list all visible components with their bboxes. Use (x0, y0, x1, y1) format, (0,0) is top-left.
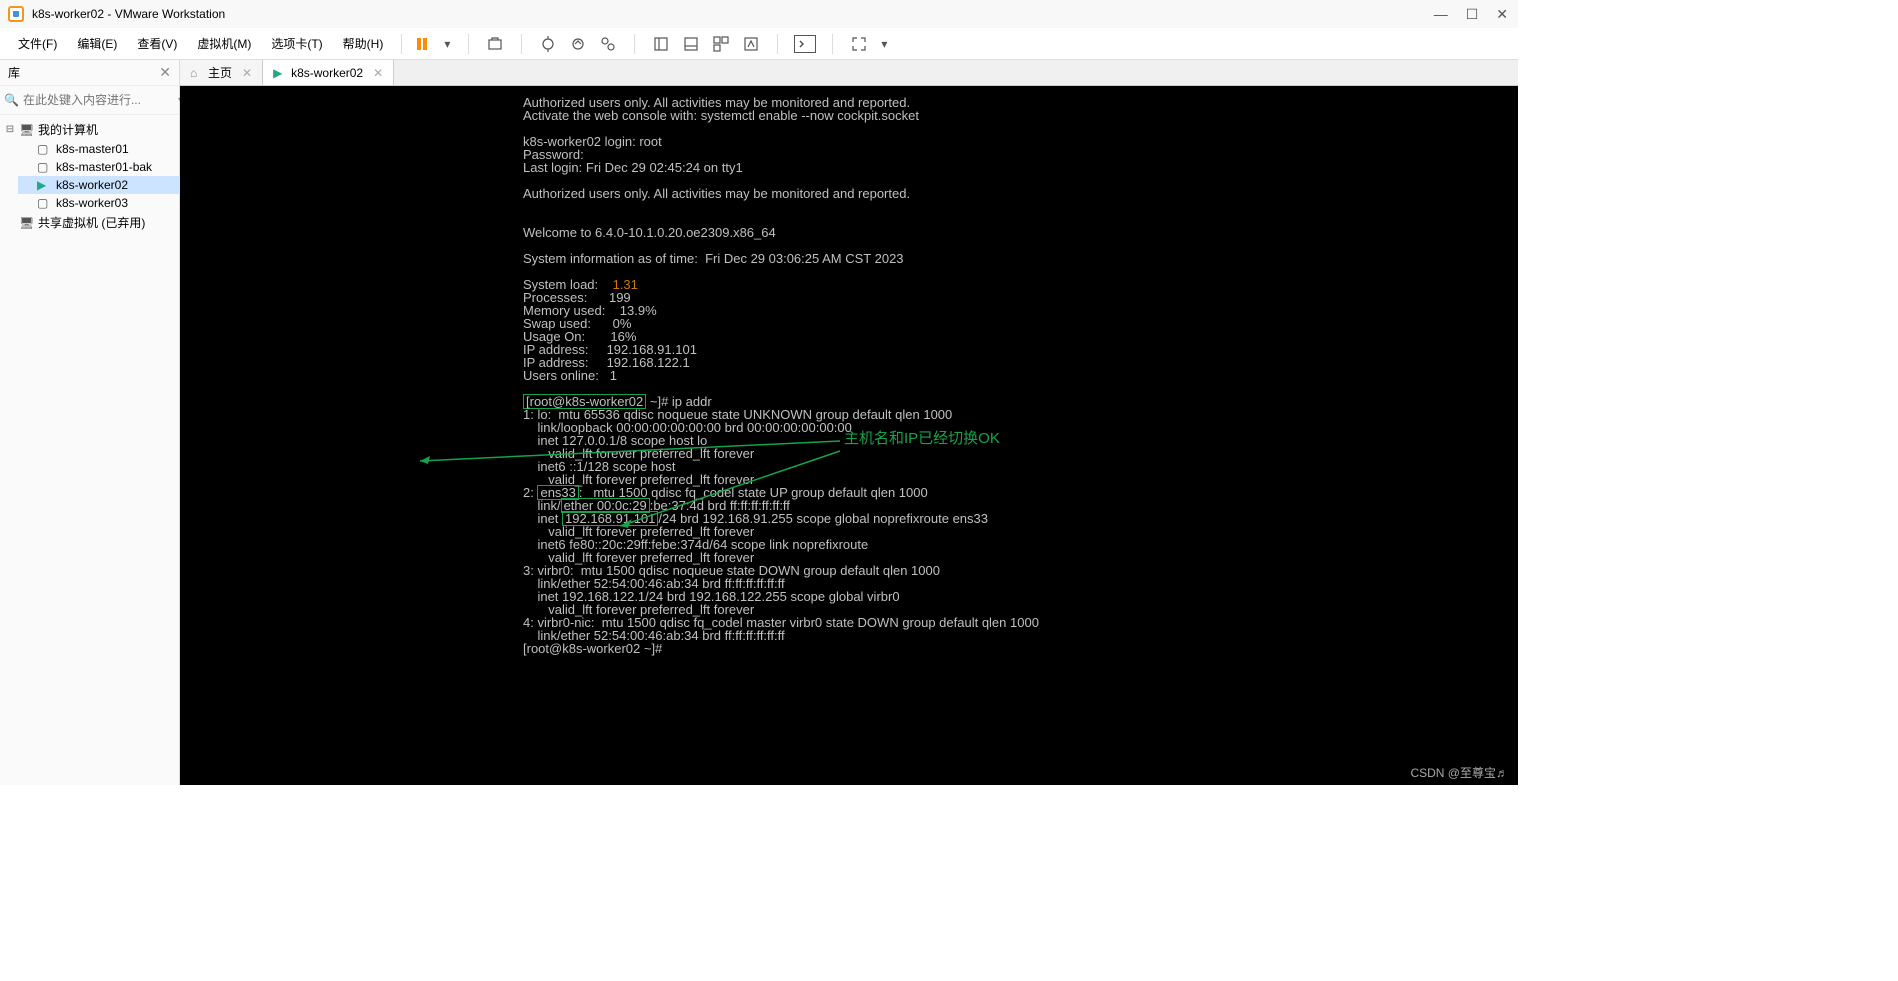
vm-tree: ⊟ 🖥 我的计算机 ▢ k8s-master01 ▢ k8s-master01-… (0, 115, 179, 237)
sidebar-header-label: 库 (8, 64, 20, 81)
fullscreen-icon[interactable] (849, 34, 869, 54)
close-button[interactable]: ✕ (1496, 6, 1508, 23)
annotation-label: 主机名和IP已经切换OK (844, 431, 1000, 446)
tree-shared-label: 共享虚拟机 (已弃用) (38, 214, 145, 231)
tab-close-icon[interactable]: ✕ (242, 66, 252, 80)
window-title: k8s-worker02 - VMware Workstation (32, 7, 225, 21)
sidebar-search[interactable]: 🔍 ▾ (0, 86, 179, 115)
snapshot-icon[interactable] (538, 34, 558, 54)
menu-view[interactable]: 查看(V) (129, 31, 185, 56)
tree-vm-label: k8s-worker03 (56, 196, 128, 210)
search-input[interactable] (23, 90, 178, 110)
tree-vm-worker02[interactable]: ▶ k8s-worker02 (18, 176, 179, 194)
tab-vm-label: k8s-worker02 (291, 66, 363, 80)
tree-vm-master01[interactable]: ▢ k8s-master01 (18, 140, 179, 158)
maximize-button[interactable]: ☐ (1466, 6, 1479, 23)
tab-close-icon[interactable]: ✕ (373, 66, 383, 80)
view-single-icon[interactable] (651, 34, 671, 54)
send-icon[interactable] (485, 34, 505, 54)
menu-vm[interactable]: 虚拟机(M) (189, 31, 259, 56)
computer-icon: 🖥 (19, 123, 35, 137)
home-icon: ⌂ (190, 66, 204, 80)
menu-help[interactable]: 帮助(H) (335, 31, 392, 56)
tree-vm-label: k8s-worker02 (56, 178, 128, 192)
view-thumb-icon[interactable] (711, 34, 731, 54)
search-icon: 🔍 (4, 93, 19, 107)
dropdown2-icon[interactable]: ▾ (879, 34, 889, 54)
tabs-bar: ⌂ 主页 ✕ ▶ k8s-worker02 ✕ (180, 60, 1518, 86)
tab-home[interactable]: ⌂ 主页 ✕ (180, 60, 263, 85)
tree-vm-label: k8s-master01 (56, 142, 129, 156)
terminal-icon[interactable] (794, 35, 816, 53)
revert-icon[interactable] (568, 34, 588, 54)
manage-icon[interactable] (598, 34, 618, 54)
pause-icon[interactable] (412, 34, 432, 54)
menu-edit[interactable]: 编辑(E) (69, 31, 125, 56)
vm-icon: ▢ (37, 160, 53, 174)
view-unity-icon[interactable] (741, 34, 761, 54)
tree-vm-master01bak[interactable]: ▢ k8s-master01-bak (18, 158, 179, 176)
view-console-icon[interactable] (681, 34, 701, 54)
vm-running-icon: ▶ (37, 178, 53, 192)
vm-running-icon: ▶ (273, 66, 287, 80)
sidebar-close-icon[interactable]: ✕ (159, 64, 171, 81)
tree-root-label: 我的计算机 (38, 121, 98, 138)
tab-home-label: 主页 (208, 64, 232, 81)
vmware-icon (6, 4, 26, 24)
tab-vm-worker02[interactable]: ▶ k8s-worker02 ✕ (263, 60, 394, 85)
tree-shared-vms[interactable]: 🖥 共享虚拟机 (已弃用) (0, 212, 179, 233)
tree-vm-worker03[interactable]: ▢ k8s-worker03 (18, 194, 179, 212)
tree-vm-label: k8s-master01-bak (56, 160, 152, 174)
menubar: 文件(F) 编辑(E) 查看(V) 虚拟机(M) 选项卡(T) 帮助(H) ▾ … (0, 28, 1518, 60)
vm-icon: ▢ (37, 196, 53, 210)
shared-icon: 🖥 (19, 216, 35, 230)
menu-tabs[interactable]: 选项卡(T) (263, 31, 330, 56)
content-area: ⌂ 主页 ✕ ▶ k8s-worker02 ✕ Authorized users… (180, 60, 1518, 785)
minimize-button[interactable]: ― (1434, 6, 1448, 23)
menu-file[interactable]: 文件(F) (10, 31, 65, 56)
vm-console[interactable]: Authorized users only. All activities ma… (180, 86, 1518, 785)
window-titlebar: k8s-worker02 - VMware Workstation ― ☐ ✕ (0, 0, 1518, 28)
tree-root-mycomputer[interactable]: ⊟ 🖥 我的计算机 (0, 119, 179, 140)
sidebar: 库 ✕ 🔍 ▾ ⊟ 🖥 我的计算机 ▢ k8s-master01 ▢ k8s-m… (0, 60, 180, 785)
vm-icon: ▢ (37, 142, 53, 156)
dropdown-icon[interactable]: ▾ (442, 34, 452, 54)
watermark: CSDN @至尊宝♬ (1410, 767, 1508, 779)
collapse-icon[interactable]: ⊟ (4, 124, 16, 135)
